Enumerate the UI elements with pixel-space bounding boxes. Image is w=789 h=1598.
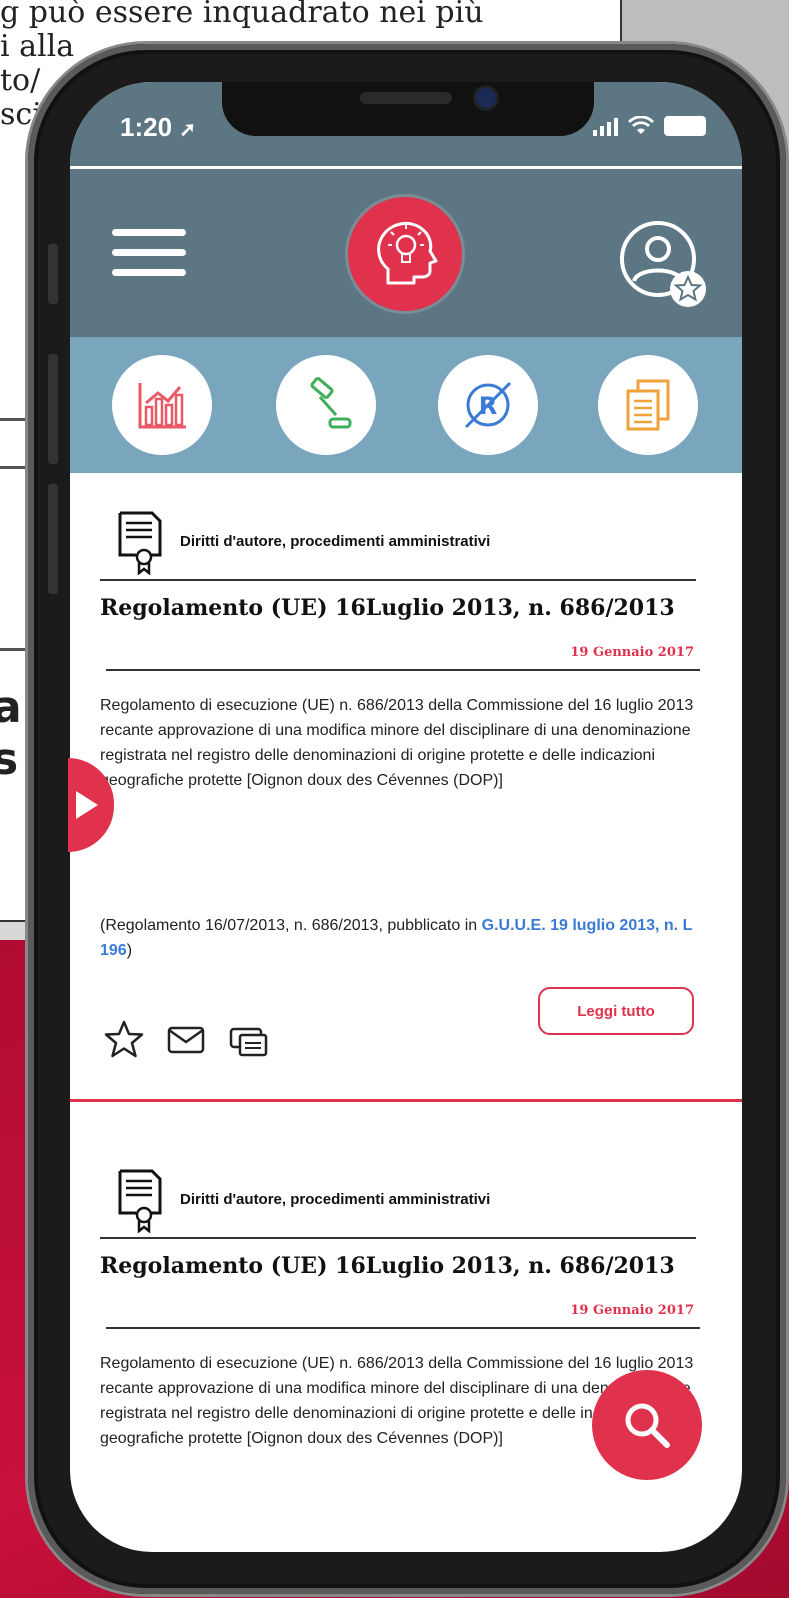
registered-trademark-icon: R	[464, 381, 512, 429]
category-bar: R	[70, 337, 742, 473]
search-button[interactable]	[592, 1370, 702, 1480]
camera	[476, 88, 496, 108]
read-more-button[interactable]: Leggi tutto	[538, 987, 694, 1035]
hamburger-icon[interactable]	[112, 229, 186, 279]
category-chart-button[interactable]	[112, 355, 212, 455]
article-actions	[104, 1019, 270, 1064]
battery-icon	[664, 116, 706, 136]
category-documents-button[interactable]	[598, 355, 698, 455]
phone-screen: 1:20 ➚ Diritti d'autore, procedimenti am…	[70, 82, 742, 1552]
documents-icon	[626, 379, 670, 431]
chart-icon	[138, 383, 186, 429]
phone-side-button	[48, 244, 58, 304]
article-reference: (Regolamento 16/07/2013, n. 686/2013, pu…	[100, 913, 700, 963]
wifi-icon	[628, 116, 654, 134]
phone-side-button	[48, 354, 58, 464]
article-topic: Diritti d'autore, procedimenti amministr…	[180, 533, 491, 550]
article-title[interactable]: Regolamento (UE) 16Luglio 2013, n. 686/2…	[100, 595, 675, 621]
divider	[106, 1327, 700, 1329]
divider	[100, 579, 696, 581]
article-card: Diritti d'autore, procedimenti amministr…	[70, 1131, 742, 1552]
divider	[106, 669, 700, 671]
article-card: Diritti d'autore, procedimenti amministr…	[70, 473, 742, 1131]
certificate-icon	[116, 509, 164, 580]
category-gavel-button[interactable]	[276, 355, 376, 455]
category-registered-button[interactable]: R	[438, 355, 538, 455]
signal-icon	[593, 118, 618, 136]
article-title[interactable]: Regolamento (UE) 16Luglio 2013, n. 686/2…	[100, 1253, 675, 1279]
status-time-text: 1:20	[120, 112, 173, 142]
article-body: Regolamento di esecuzione (UE) n. 686/20…	[100, 697, 694, 789]
status-icons	[593, 116, 706, 136]
search-icon	[625, 1403, 670, 1448]
article-separator	[70, 1099, 742, 1102]
star-icon[interactable]	[104, 1019, 144, 1064]
lightbulb-head-icon[interactable]	[348, 197, 462, 311]
user-star-icon[interactable]	[618, 219, 714, 315]
article-date: 19 Gennaio 2017	[570, 1303, 694, 1318]
reference-text: (Regolamento 16/07/2013, n. 686/2013, pu…	[100, 917, 482, 934]
status-time: 1:20 ➚	[120, 112, 196, 143]
certificate-icon	[116, 1167, 164, 1238]
phone-side-button	[48, 484, 58, 594]
article-date: 19 Gennaio 2017	[570, 645, 694, 660]
mail-icon[interactable]	[166, 1019, 206, 1064]
reference-text-end: )	[126, 942, 133, 959]
location-arrow-icon: ➚	[179, 119, 197, 141]
speaker	[360, 92, 452, 104]
play-icon	[76, 791, 98, 819]
background-line: g può essere inquadrato nei più	[0, 0, 484, 30]
app-header	[70, 169, 742, 337]
article-topic: Diritti d'autore, procedimenti amministr…	[180, 1191, 491, 1208]
phone-notch	[222, 82, 594, 136]
gavel-icon	[310, 377, 352, 429]
print-icon[interactable]	[228, 1019, 270, 1064]
divider	[100, 1237, 696, 1239]
